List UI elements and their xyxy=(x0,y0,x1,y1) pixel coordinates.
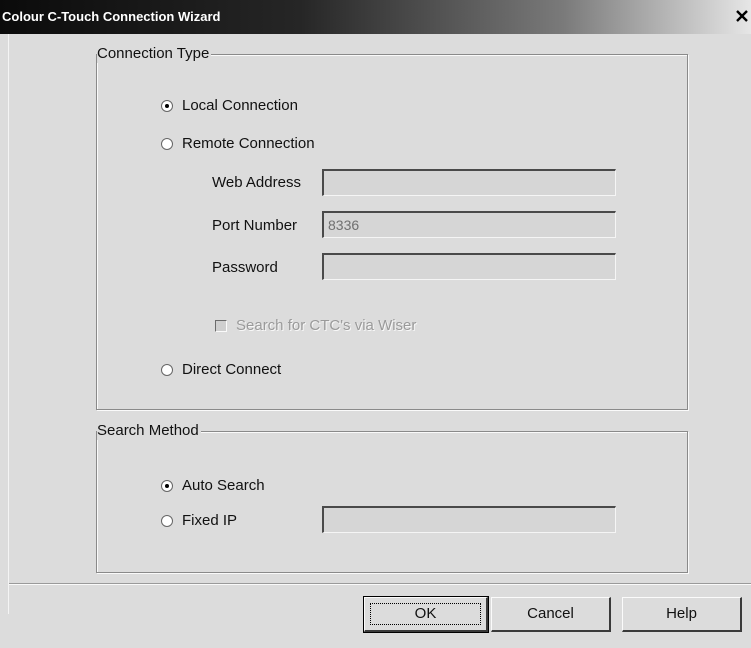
button-separator xyxy=(9,583,751,585)
auto-search-label[interactable]: Auto Search xyxy=(182,477,265,495)
fixed-ip-field[interactable] xyxy=(322,506,616,533)
close-icon[interactable] xyxy=(735,9,749,23)
search-ctc-label: Search for CTC's via Wiser xyxy=(236,317,417,334)
window-title: Colour C-Touch Connection Wizard xyxy=(2,9,221,24)
radio-selected-dot xyxy=(165,104,169,108)
auto-search-radio[interactable] xyxy=(161,480,173,492)
search-method-legend: Search Method xyxy=(97,422,201,440)
cancel-button[interactable]: Cancel xyxy=(491,597,611,632)
web-address-label: Web Address xyxy=(212,174,301,191)
direct-connect-label[interactable]: Direct Connect xyxy=(182,361,281,379)
help-button-label: Help xyxy=(666,605,697,622)
ok-button[interactable]: OK xyxy=(363,596,489,633)
direct-connect-radio[interactable] xyxy=(161,364,173,376)
local-connection-label[interactable]: Local Connection xyxy=(182,97,298,115)
fixed-ip-radio[interactable] xyxy=(161,515,173,527)
radio-selected-dot xyxy=(165,484,169,488)
fixed-ip-label[interactable]: Fixed IP xyxy=(182,512,237,530)
password-field[interactable] xyxy=(322,253,616,280)
ok-button-label: OK xyxy=(414,605,437,622)
search-method-group: Search Method xyxy=(96,422,688,573)
remote-connection-radio[interactable] xyxy=(161,138,173,150)
remote-connection-label[interactable]: Remote Connection xyxy=(182,135,315,153)
connection-type-legend: Connection Type xyxy=(97,45,212,63)
web-address-field[interactable] xyxy=(322,169,616,196)
password-label: Password xyxy=(212,259,278,276)
cancel-button-label: Cancel xyxy=(527,605,574,622)
dialog-body: Connection Type Local Connection Remote … xyxy=(8,34,751,633)
port-number-label: Port Number xyxy=(212,217,298,234)
port-number-field[interactable]: 8336 xyxy=(322,211,616,238)
local-connection-radio[interactable] xyxy=(161,100,173,112)
help-button[interactable]: Help xyxy=(622,597,742,632)
title-bar[interactable]: Colour C-Touch Connection Wizard xyxy=(0,0,751,34)
search-ctc-checkbox[interactable] xyxy=(215,320,227,332)
